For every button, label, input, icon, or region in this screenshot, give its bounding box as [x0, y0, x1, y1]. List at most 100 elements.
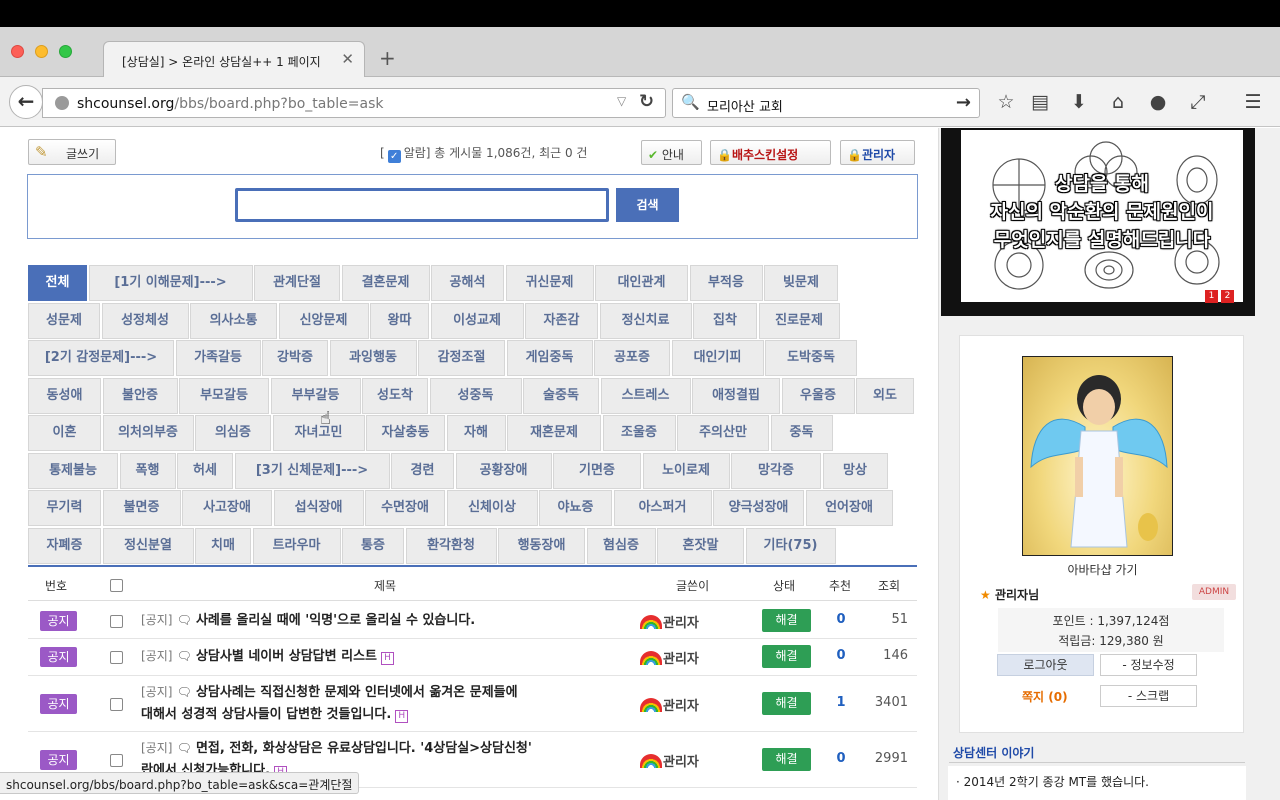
post-writer[interactable]: 관리자	[640, 612, 699, 631]
category-tab[interactable]: 조울증	[602, 415, 676, 451]
write-button[interactable]: ✎ 글쓰기	[28, 139, 116, 165]
category-tab[interactable]: 트라우마	[252, 527, 341, 564]
window-close-button[interactable]	[11, 45, 24, 58]
category-tab[interactable]: 경련	[391, 452, 454, 489]
category-tab[interactable]: 정신치료	[599, 302, 692, 339]
category-tab[interactable]: 도박중독	[765, 340, 857, 376]
category-tab[interactable]: 이혼	[28, 415, 101, 451]
category-tab[interactable]: 수면장애	[365, 490, 445, 526]
post-title[interactable]: [공지] 🗨 상담사례는 직접신청한 문제와 인터넷에서 옮겨온 문제들에 대해…	[141, 681, 641, 726]
category-tab[interactable]: 이성교제	[430, 302, 524, 339]
admin-name[interactable]: ★ 관리자님	[980, 586, 1039, 603]
skin-settings-button[interactable]: 🔒배추스킨설정	[710, 140, 831, 165]
category-tab[interactable]: 결혼문제	[341, 265, 430, 301]
category-tab[interactable]: 통증	[342, 527, 404, 564]
category-tab[interactable]: 환각환청	[405, 527, 497, 564]
row-checkbox[interactable]	[110, 651, 123, 664]
chat-icon[interactable]: ●	[1145, 89, 1171, 115]
category-tab[interactable]: 진로문제	[758, 302, 840, 339]
category-tab[interactable]: 대인기피	[671, 340, 764, 376]
category-tab[interactable]: 자살충동	[366, 415, 445, 451]
category-tab[interactable]: 가족갈등	[175, 340, 261, 376]
category-tab[interactable]: 부적응	[689, 265, 763, 301]
category-tab[interactable]: 섭식장애	[273, 490, 364, 526]
category-tab[interactable]: 부모갈등	[179, 377, 269, 414]
category-tab[interactable]: 성중독	[429, 377, 522, 414]
category-tab[interactable]: 왕따	[370, 302, 429, 339]
category-tab[interactable]: 성도착	[362, 377, 428, 414]
category-tab[interactable]: 무기력	[28, 490, 101, 526]
category-tab[interactable]: 술중독	[523, 377, 599, 414]
category-tab[interactable]: 양극성장애	[713, 490, 804, 526]
category-tab[interactable]: 외도	[856, 377, 914, 414]
category-tab[interactable]: 전체	[28, 265, 87, 301]
category-tab[interactable]: 사고장애	[182, 490, 272, 526]
row-checkbox[interactable]	[110, 754, 123, 767]
category-tab[interactable]: 통제불능	[28, 452, 118, 489]
url-bar[interactable]: shcounsel.org/bbs/board.php?bo_table=ask…	[42, 88, 666, 118]
avatar-shop-link[interactable]: 아바타샵 가기	[960, 561, 1245, 578]
category-tab[interactable]: 중독	[770, 415, 833, 451]
category-tab[interactable]: 신앙문제	[278, 302, 369, 339]
category-tab[interactable]: 게임중독	[506, 340, 593, 376]
category-tab[interactable]: 야뇨증	[539, 490, 612, 526]
reading-list-icon[interactable]: ▤	[1027, 89, 1053, 115]
category-tab[interactable]: 과잉행동	[329, 340, 417, 376]
download-icon[interactable]: ⬇	[1066, 89, 1092, 115]
status-badge[interactable]: 해결	[762, 692, 811, 715]
category-tab[interactable]: 대인관계	[595, 265, 688, 301]
memo-link[interactable]: 쪽지 (0)	[1022, 688, 1068, 705]
category-tab[interactable]: 망상	[822, 452, 888, 489]
table-row[interactable]: 공지 [공지] 🗨 사례를 올리실 때에 '익명'으로 올리실 수 있습니다. …	[28, 602, 917, 639]
category-tab[interactable]: 의사소통	[190, 302, 277, 339]
post-title[interactable]: [공지] 🗨 사례를 올리실 때에 '익명'으로 올리실 수 있습니다.	[141, 609, 641, 632]
post-writer[interactable]: 관리자	[640, 648, 699, 667]
post-writer[interactable]: 관리자	[640, 751, 699, 770]
category-tab[interactable]: [1기 이해문제]--->	[88, 265, 253, 301]
category-tab[interactable]: 애정결핍	[692, 377, 780, 414]
category-tab[interactable]: 성정체성	[101, 302, 189, 339]
category-tab[interactable]: 혐심증	[586, 527, 656, 564]
banner-page-1[interactable]: 1	[1205, 290, 1218, 303]
new-tab-button[interactable]: +	[379, 46, 396, 70]
category-tab[interactable]: 부부갈등	[270, 377, 361, 414]
category-tab[interactable]: 신체이상	[446, 490, 538, 526]
search-go-icon[interactable]: →	[956, 92, 971, 113]
post-title[interactable]: [공지] 🗨 상담사별 네이버 상담답변 리스트 H	[141, 645, 641, 668]
board-search-input[interactable]	[235, 188, 609, 222]
bookmark-star-icon[interactable]: ☆	[993, 89, 1019, 115]
menu-icon[interactable]: ☰	[1240, 89, 1266, 115]
reload-icon[interactable]: ↻	[639, 91, 654, 112]
center-news-title[interactable]: 상담센터 이야기	[953, 744, 1034, 761]
home-icon[interactable]: ⌂	[1105, 89, 1131, 115]
category-tab[interactable]: 폭행	[119, 452, 176, 489]
category-tab[interactable]: [2기 감정문제]--->	[28, 340, 174, 376]
category-tab[interactable]: 성문제	[28, 302, 100, 339]
status-badge[interactable]: 해결	[762, 609, 811, 632]
url-dropdown-icon[interactable]: ▽	[617, 94, 626, 108]
row-checkbox[interactable]	[110, 698, 123, 711]
category-tab[interactable]: 기면증	[553, 452, 641, 489]
fullscreen-icon[interactable]: ⤢	[1185, 89, 1211, 115]
category-tab[interactable]: 자녀고민	[272, 415, 365, 451]
category-tab[interactable]: 불안증	[102, 377, 178, 414]
guide-button[interactable]: ✔ 안내	[641, 140, 702, 165]
category-tab[interactable]: 공해석	[431, 265, 504, 301]
category-tab[interactable]: 의심증	[195, 415, 271, 451]
category-tab[interactable]: 공황장애	[455, 452, 552, 489]
promo-banner[interactable]: 상담을 통해 자신의 악순환의 문제원인이 무엇인지를 설명해드립니다 1 2	[941, 128, 1255, 316]
back-button[interactable]: ←	[9, 85, 43, 119]
table-row[interactable]: 공지 [공지] 🗨 상담사별 네이버 상담답변 리스트 H 관리자 해결 0 14…	[28, 639, 917, 676]
status-badge[interactable]: 해결	[762, 645, 811, 668]
category-tab[interactable]: 스트레스	[600, 377, 691, 414]
category-tab[interactable]: 재혼문제	[507, 415, 601, 451]
category-tab[interactable]: 기타(75)	[745, 527, 836, 564]
category-tab[interactable]: 강박증	[262, 340, 328, 376]
row-checkbox[interactable]	[110, 615, 123, 628]
category-tab[interactable]: 행동장애	[498, 527, 585, 564]
banner-page-2[interactable]: 2	[1221, 290, 1234, 303]
category-tab[interactable]: 허세	[177, 452, 233, 489]
browser-tab-active[interactable]: [상담실] > 온라인 상담실++ 1 페이지 ✕	[103, 41, 365, 77]
category-tab[interactable]: 귀신문제	[505, 265, 594, 301]
select-all-checkbox[interactable]	[110, 579, 123, 592]
